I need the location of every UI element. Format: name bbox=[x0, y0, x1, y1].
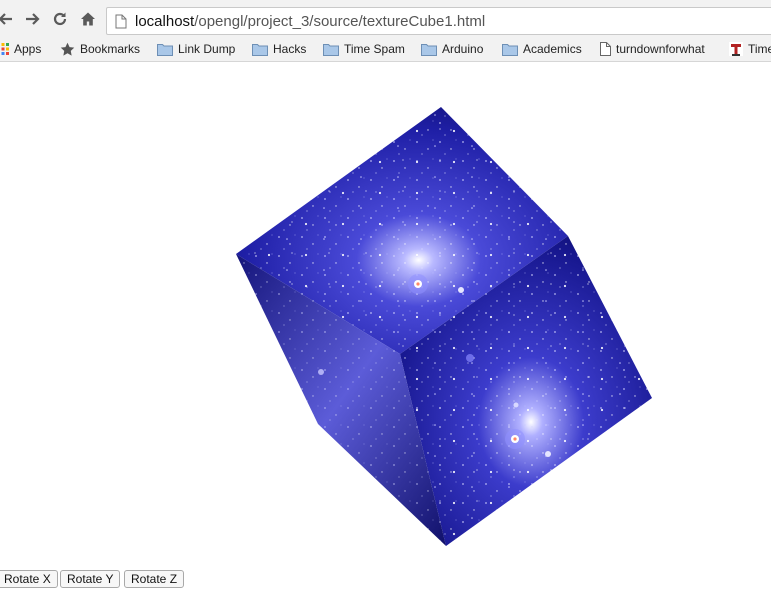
reload-button[interactable] bbox=[50, 9, 70, 29]
url-path: /opengl/project_3/source/textureCube1.ht… bbox=[194, 13, 486, 30]
rotate-y-button[interactable]: Rotate Y bbox=[60, 570, 121, 588]
bookmark-apps[interactable]: Apps bbox=[0, 41, 41, 57]
site-favicon-icon bbox=[729, 42, 743, 56]
bookmark-label: Hacks bbox=[273, 42, 307, 56]
back-button[interactable] bbox=[0, 9, 16, 29]
bookmark-link-dump[interactable]: Link Dump bbox=[157, 41, 235, 57]
forward-arrow-icon bbox=[26, 13, 40, 25]
back-arrow-icon bbox=[0, 13, 12, 25]
folder-icon bbox=[502, 43, 518, 56]
rotate-x-button[interactable]: Rotate X bbox=[0, 570, 58, 588]
url-host: localhost bbox=[135, 13, 195, 30]
bookmark-turndownforwhat[interactable]: turndownforwhat bbox=[600, 41, 705, 57]
home-button[interactable] bbox=[78, 9, 98, 29]
star-icon bbox=[60, 42, 75, 56]
folder-icon bbox=[421, 43, 437, 56]
bookmark-hacks[interactable]: Hacks bbox=[252, 41, 306, 57]
bookmark-arduino[interactable]: Arduino bbox=[421, 41, 483, 57]
bookmark-time-spam[interactable]: Time Spam bbox=[323, 41, 405, 57]
browser-toolbar: localhost/opengl/project_3/source/textur… bbox=[0, 0, 771, 37]
page-icon bbox=[600, 42, 611, 56]
bookmarks-bar: Apps Bookmarks Link Dump Hacks Time Spam… bbox=[0, 37, 771, 62]
bookmark-label: turndownforwhat bbox=[616, 42, 705, 56]
folder-icon bbox=[323, 43, 339, 56]
home-icon bbox=[81, 12, 95, 26]
bookmark-label: Apps bbox=[14, 42, 42, 56]
apps-grid-icon bbox=[1, 43, 9, 55]
bookmark-label: Bookmarks bbox=[80, 42, 141, 56]
address-bar[interactable]: localhost/opengl/project_3/source/textur… bbox=[106, 7, 771, 35]
bookmark-academics[interactable]: Academics bbox=[502, 41, 582, 57]
bookmark-label: Arduino bbox=[442, 42, 484, 56]
forward-button[interactable] bbox=[22, 9, 42, 29]
bookmark-label: Academics bbox=[523, 42, 582, 56]
textured-cube-icon bbox=[236, 107, 652, 546]
bookmark-label: Link Dump bbox=[178, 42, 236, 56]
folder-icon bbox=[157, 43, 173, 56]
rotate-z-button[interactable]: Rotate Z bbox=[124, 570, 185, 588]
reload-icon bbox=[53, 12, 67, 26]
bookmark-time[interactable]: Time bbox=[729, 41, 771, 57]
bookmark-label: Time Spam bbox=[344, 42, 405, 56]
url-text: localhost/opengl/project_3/source/textur… bbox=[135, 13, 485, 30]
bookmark-bookmarks[interactable]: Bookmarks bbox=[60, 41, 140, 57]
bookmark-label: Time bbox=[748, 42, 771, 56]
page-icon bbox=[115, 14, 127, 29]
webgl-canvas[interactable] bbox=[0, 62, 771, 568]
folder-icon bbox=[252, 43, 268, 56]
